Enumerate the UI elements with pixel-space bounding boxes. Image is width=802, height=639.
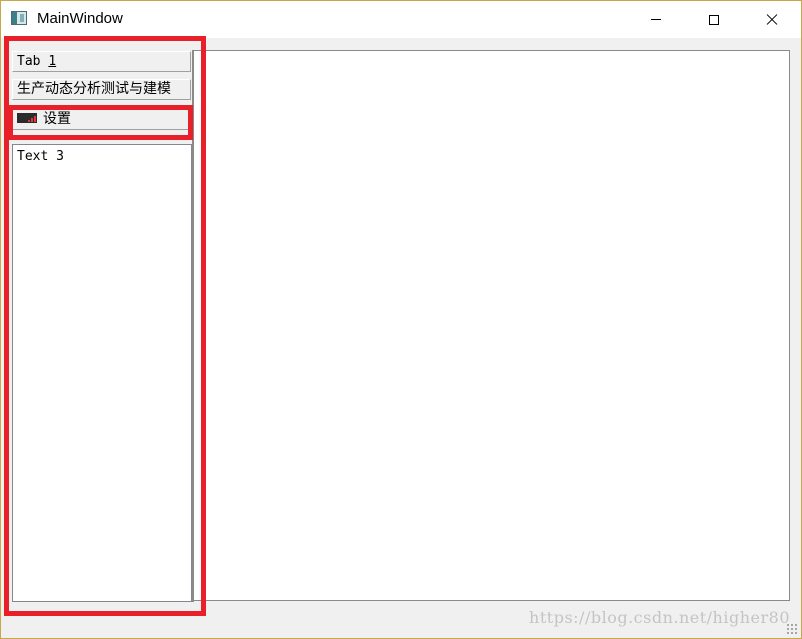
maximize-button[interactable] <box>685 1 743 38</box>
size-grip[interactable] <box>786 623 798 635</box>
maximize-icon <box>709 14 719 25</box>
annotation-box-settings-tab <box>8 105 193 140</box>
window-title: MainWindow <box>37 10 123 27</box>
title-bar[interactable]: MainWindow <box>1 1 801 38</box>
main-content-panel[interactable] <box>194 50 790 601</box>
watermark-text: https://blog.csdn.net/higher80 <box>529 608 790 627</box>
close-icon <box>765 13 779 27</box>
minimize-icon <box>651 19 661 20</box>
minimize-button[interactable] <box>627 1 685 38</box>
close-button[interactable] <box>743 1 801 38</box>
app-window-icon <box>11 11 27 25</box>
